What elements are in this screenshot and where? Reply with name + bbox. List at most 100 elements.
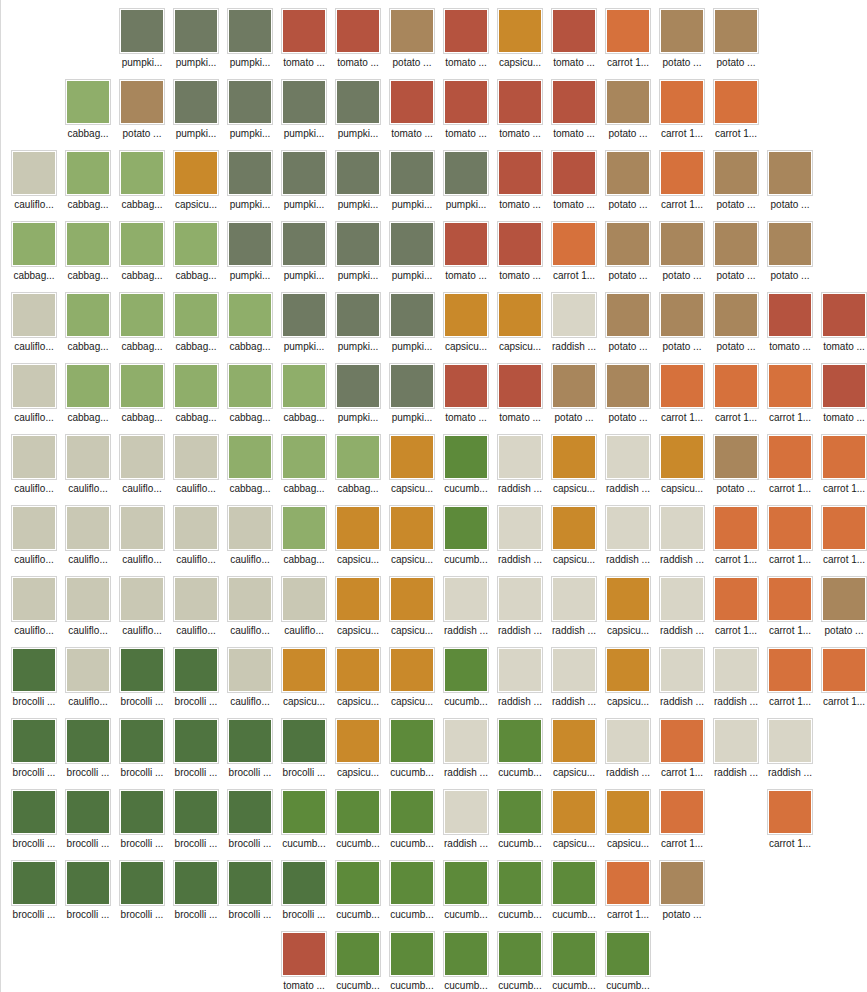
file-item[interactable]: cucumb...	[493, 931, 547, 992]
file-item[interactable]: potato ...	[709, 292, 763, 363]
file-item[interactable]: raddish ...	[493, 576, 547, 647]
file-item[interactable]: cucumb...	[331, 789, 385, 860]
file-item[interactable]: tomato ...	[817, 363, 867, 434]
file-item[interactable]: tomato ...	[277, 8, 331, 79]
file-item[interactable]: cauliflo...	[7, 150, 61, 221]
file-item[interactable]: carrot 1...	[763, 576, 817, 647]
file-item[interactable]: capsicu...	[385, 505, 439, 576]
file-item[interactable]: brocolli ...	[223, 860, 277, 931]
file-item[interactable]: cauliflo...	[61, 576, 115, 647]
file-item[interactable]: pumpki...	[223, 221, 277, 292]
file-item[interactable]: cucumb...	[385, 860, 439, 931]
file-item[interactable]: cucumb...	[493, 860, 547, 931]
file-item[interactable]: raddish ...	[493, 647, 547, 718]
file-item[interactable]: carrot 1...	[601, 8, 655, 79]
file-item[interactable]: cabbag...	[115, 150, 169, 221]
file-item[interactable]: brocolli ...	[169, 789, 223, 860]
file-item[interactable]: tomato ...	[439, 79, 493, 150]
file-item[interactable]: capsicu...	[277, 647, 331, 718]
file-item[interactable]: brocolli ...	[169, 718, 223, 789]
file-item[interactable]: raddish ...	[709, 718, 763, 789]
file-item[interactable]: cabbag...	[61, 292, 115, 363]
file-item[interactable]: carrot 1...	[763, 789, 817, 860]
file-item[interactable]: cabbag...	[7, 221, 61, 292]
file-item[interactable]: potato ...	[655, 221, 709, 292]
file-item[interactable]: cauliflo...	[7, 505, 61, 576]
file-item[interactable]: tomato ...	[493, 79, 547, 150]
file-item[interactable]: tomato ...	[547, 150, 601, 221]
file-item[interactable]: cauliflo...	[7, 363, 61, 434]
file-item[interactable]: brocolli ...	[115, 860, 169, 931]
file-item[interactable]: cauliflo...	[61, 647, 115, 718]
file-item[interactable]: brocolli ...	[223, 718, 277, 789]
file-item[interactable]: potato ...	[709, 434, 763, 505]
file-item[interactable]: cauliflo...	[7, 292, 61, 363]
file-item[interactable]: carrot 1...	[655, 363, 709, 434]
file-item[interactable]: cauliflo...	[277, 576, 331, 647]
file-item[interactable]: cucumb...	[385, 931, 439, 992]
file-item[interactable]: cucumb...	[439, 931, 493, 992]
file-item[interactable]: carrot 1...	[655, 789, 709, 860]
file-item[interactable]: potato ...	[763, 150, 817, 221]
file-item[interactable]: raddish ...	[439, 576, 493, 647]
file-item[interactable]: raddish ...	[547, 576, 601, 647]
file-item[interactable]: pumpki...	[331, 292, 385, 363]
file-item[interactable]: raddish ...	[439, 718, 493, 789]
file-item[interactable]: pumpki...	[169, 8, 223, 79]
file-item[interactable]: tomato ...	[547, 8, 601, 79]
file-item[interactable]: capsicu...	[547, 505, 601, 576]
file-item[interactable]: pumpki...	[169, 79, 223, 150]
file-item[interactable]: cauliflo...	[223, 647, 277, 718]
file-item[interactable]: potato ...	[601, 79, 655, 150]
file-item[interactable]: carrot 1...	[601, 860, 655, 931]
file-item[interactable]: carrot 1...	[709, 505, 763, 576]
file-item[interactable]: capsicu...	[385, 576, 439, 647]
file-item[interactable]: cauliflo...	[223, 576, 277, 647]
file-item[interactable]: cabbag...	[61, 363, 115, 434]
file-item[interactable]: brocolli ...	[277, 718, 331, 789]
file-item[interactable]: potato ...	[817, 576, 867, 647]
file-item[interactable]: brocolli ...	[169, 860, 223, 931]
file-item[interactable]: tomato ...	[763, 292, 817, 363]
file-item[interactable]: raddish ...	[547, 647, 601, 718]
file-item[interactable]: pumpki...	[331, 79, 385, 150]
file-item[interactable]: potato ...	[655, 860, 709, 931]
file-item[interactable]: tomato ...	[439, 8, 493, 79]
file-item[interactable]: potato ...	[709, 8, 763, 79]
file-item[interactable]: pumpki...	[439, 150, 493, 221]
file-item[interactable]: potato ...	[601, 221, 655, 292]
file-item[interactable]: carrot 1...	[817, 505, 867, 576]
file-item[interactable]: pumpki...	[331, 221, 385, 292]
file-item[interactable]: potato ...	[601, 292, 655, 363]
file-item[interactable]: carrot 1...	[763, 505, 817, 576]
file-item[interactable]: cucumb...	[493, 789, 547, 860]
file-item[interactable]: cucumb...	[331, 860, 385, 931]
file-item[interactable]: capsicu...	[385, 647, 439, 718]
file-item[interactable]: pumpki...	[385, 363, 439, 434]
file-item[interactable]: capsicu...	[385, 434, 439, 505]
file-item[interactable]: cabbag...	[61, 150, 115, 221]
file-item[interactable]: tomato ...	[331, 8, 385, 79]
file-item[interactable]: brocolli ...	[277, 860, 331, 931]
file-item[interactable]: pumpki...	[331, 363, 385, 434]
file-item[interactable]: capsicu...	[547, 789, 601, 860]
file-item[interactable]: cabbag...	[277, 363, 331, 434]
file-item[interactable]: capsicu...	[493, 292, 547, 363]
file-item[interactable]: capsicu...	[547, 434, 601, 505]
file-item[interactable]: potato ...	[709, 221, 763, 292]
file-item[interactable]: cabbag...	[331, 434, 385, 505]
file-item[interactable]: cauliflo...	[115, 434, 169, 505]
file-item[interactable]: carrot 1...	[817, 434, 867, 505]
file-item[interactable]: carrot 1...	[763, 363, 817, 434]
file-item[interactable]: potato ...	[601, 150, 655, 221]
file-item[interactable]: tomato ...	[277, 931, 331, 992]
file-item[interactable]: brocolli ...	[61, 718, 115, 789]
file-item[interactable]: raddish ...	[655, 647, 709, 718]
file-item[interactable]: cabbag...	[169, 221, 223, 292]
file-item[interactable]: capsicu...	[601, 647, 655, 718]
file-item[interactable]: capsicu...	[439, 292, 493, 363]
file-item[interactable]: cucumb...	[439, 434, 493, 505]
file-item[interactable]: cauliflo...	[61, 434, 115, 505]
file-item[interactable]: cauliflo...	[7, 576, 61, 647]
file-item[interactable]: tomato ...	[493, 363, 547, 434]
